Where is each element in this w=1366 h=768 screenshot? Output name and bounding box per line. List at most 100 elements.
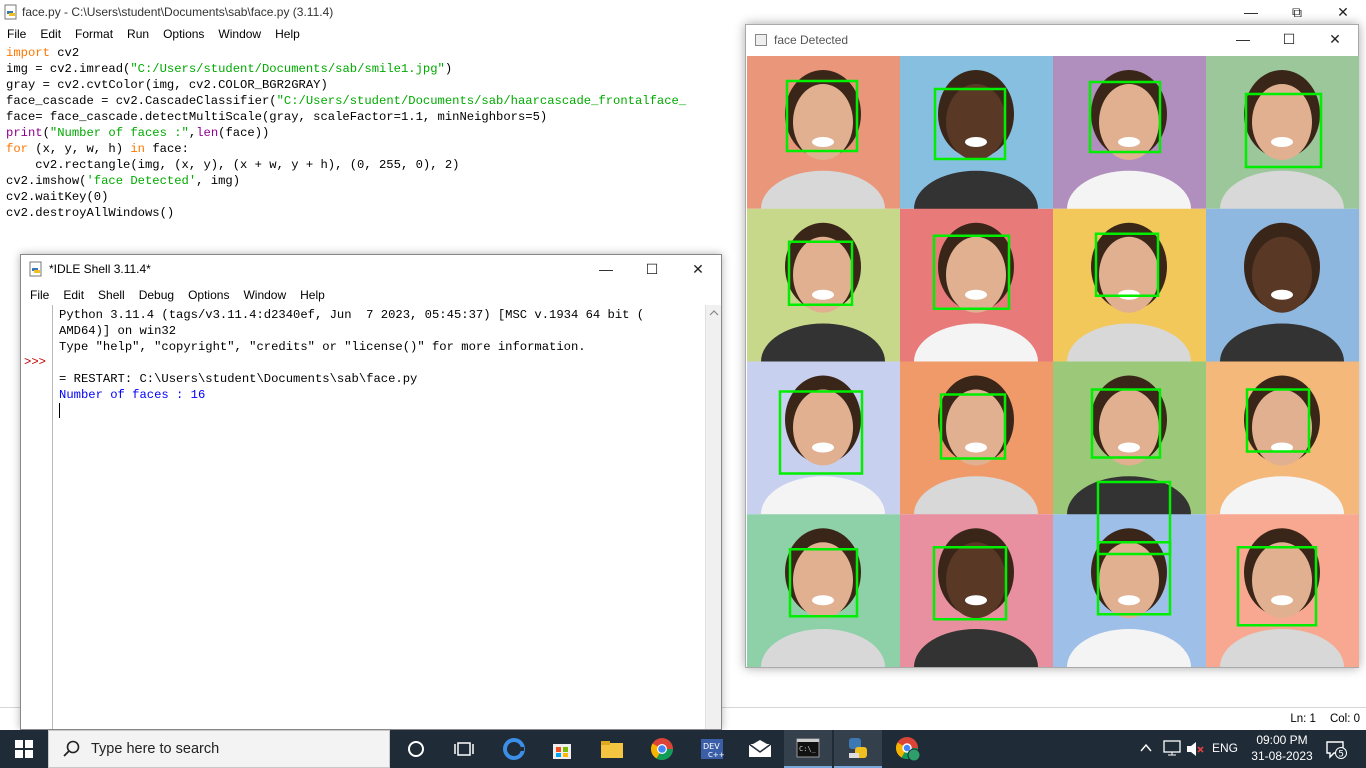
- clock-time: 09:00 PM: [1256, 733, 1308, 747]
- edge-icon: [503, 738, 525, 760]
- python-file-icon: [4, 4, 17, 20]
- language-indicator[interactable]: ENG: [1212, 741, 1238, 755]
- status-col: Col: 0: [1329, 713, 1360, 725]
- shell-menu-edit[interactable]: Edit: [56, 288, 91, 302]
- code-token: (face)): [218, 126, 270, 140]
- start-button[interactable]: [0, 730, 48, 768]
- shell-menu-shell[interactable]: Shell: [91, 288, 132, 302]
- status-bar: Ln: 1 Col: 0: [1100, 710, 1366, 728]
- code-token: "C:/Users/student/Documents/sab/haarcasc…: [276, 94, 687, 108]
- network-icon[interactable]: [1163, 740, 1181, 756]
- file-explorer-app[interactable]: [588, 730, 636, 768]
- minimize-icon[interactable]: —: [1228, 0, 1274, 24]
- task-view-button[interactable]: [392, 730, 440, 768]
- editor-menu-format[interactable]: Format: [68, 27, 120, 41]
- status-line: Ln: 1: [1290, 713, 1316, 725]
- cmd-app[interactable]: C:\_: [784, 730, 832, 768]
- code-line[interactable]: import cv2: [6, 45, 746, 61]
- code-token: ): [444, 62, 453, 76]
- taskbar-search[interactable]: Type here to search: [48, 730, 390, 768]
- terminal-icon: C:\_: [796, 738, 820, 758]
- face-tile: [1053, 514, 1206, 667]
- chrome-app[interactable]: [638, 730, 686, 768]
- face-tile: [900, 514, 1053, 667]
- shell-menu-window[interactable]: Window: [236, 288, 293, 302]
- mail-app[interactable]: [736, 730, 784, 768]
- editor-menu-help[interactable]: Help: [268, 27, 307, 41]
- cortana-icon: [408, 741, 424, 757]
- code-line[interactable]: cv2.rectangle(img, (x, y), (x + w, y + h…: [6, 157, 746, 173]
- editor-menu-options[interactable]: Options: [156, 27, 211, 41]
- code-line[interactable]: face_cascade = cv2.CascadeClassifier("C:…: [6, 93, 746, 109]
- minimize-icon[interactable]: —: [583, 255, 629, 283]
- code-token: in: [130, 142, 145, 156]
- code-token: (: [42, 126, 50, 140]
- code-token: img = cv2.imread(: [6, 62, 131, 76]
- editor-menu-file[interactable]: File: [0, 27, 33, 41]
- task-view-icon-button[interactable]: [440, 730, 488, 768]
- code-line[interactable]: gray = cv2.cvtColor(img, cv2.COLOR_BGR2G…: [6, 77, 746, 93]
- shell-line: = RESTART: C:\Users\student\Documents\sa…: [59, 372, 418, 386]
- editor-menu-window[interactable]: Window: [211, 27, 268, 41]
- code-token: cv2.waitKey(0): [6, 190, 109, 204]
- windows-logo-icon: [15, 740, 33, 758]
- close-icon[interactable]: ✕: [1320, 0, 1366, 24]
- close-icon[interactable]: ✕: [1312, 27, 1358, 51]
- code-token: , img): [196, 174, 241, 188]
- shell-title-bar: *IDLE Shell 3.11.4* — ☐ ✕: [21, 255, 721, 283]
- face-detected-window: face Detected — ☐ ✕: [745, 24, 1359, 668]
- taskbar-clock[interactable]: 09:00 PM 31-08-2023: [1244, 732, 1320, 764]
- volume-muted-icon[interactable]: [1186, 741, 1204, 757]
- shell-menu-debug[interactable]: Debug: [132, 288, 181, 302]
- chrome-profile-app[interactable]: [884, 730, 932, 768]
- shell-menu-file[interactable]: File: [23, 288, 56, 302]
- shell-line: Number of faces : 16: [59, 388, 206, 402]
- code-token: cv2.rectangle(img, (x, y), (x + w, y + h…: [6, 158, 460, 172]
- code-token: gray = cv2.cvtColor(img, cv2.COLOR_BGR2G…: [6, 78, 328, 92]
- maximize-icon[interactable]: ☐: [629, 255, 675, 283]
- edge-app[interactable]: [490, 730, 538, 768]
- close-icon[interactable]: ✕: [675, 255, 721, 283]
- shell-line: Python 3.11.4 (tags/v3.11.4:d2340ef, Jun…: [59, 308, 645, 322]
- shell-menu-help[interactable]: Help: [293, 288, 332, 302]
- code-line[interactable]: cv2.destroyAllWindows(): [6, 205, 746, 221]
- notification-center-button[interactable]: 5: [1318, 730, 1354, 768]
- editor-menu-edit[interactable]: Edit: [33, 27, 68, 41]
- restore-icon[interactable]: ⧉: [1274, 0, 1320, 24]
- python-idle-app[interactable]: [834, 730, 882, 768]
- code-line[interactable]: img = cv2.imread("C:/Users/student/Docum…: [6, 61, 746, 77]
- notification-count: 5: [1338, 750, 1344, 760]
- editor-menu-run[interactable]: Run: [120, 27, 156, 41]
- devcpp-app[interactable]: DEV C++: [688, 730, 736, 768]
- code-area[interactable]: import cv2 img = cv2.imread("C:/Users/stu…: [6, 45, 746, 255]
- dev-cpp-icon: DEVC++: [701, 739, 724, 759]
- svg-text:DEV: DEV: [703, 742, 720, 751]
- maximize-icon[interactable]: ☐: [1266, 27, 1312, 51]
- folder-icon: [601, 741, 623, 758]
- chrome-profile-icon: [896, 737, 921, 762]
- code-line[interactable]: cv2.imshow('face Detected', img): [6, 173, 746, 189]
- shell-output[interactable]: Python 3.11.4 (tags/v3.11.4:d2340ef, Jun…: [59, 307, 699, 403]
- code-line[interactable]: cv2.waitKey(0): [6, 189, 746, 205]
- minimize-icon[interactable]: —: [1220, 27, 1266, 51]
- code-line[interactable]: face= face_cascade.detectMultiScale(gray…: [6, 109, 746, 125]
- store-app[interactable]: [538, 730, 586, 768]
- code-token: print: [6, 126, 43, 140]
- task-view-icon: [454, 742, 474, 756]
- code-line[interactable]: print("Number of faces :",len(face)): [6, 125, 746, 141]
- text-cursor: [59, 403, 60, 418]
- python-icon: [849, 738, 867, 758]
- face-window-controls: — ☐ ✕: [1220, 27, 1358, 51]
- mail-icon: [748, 740, 772, 757]
- svg-text:C:\_: C:\_: [799, 745, 817, 753]
- chevron-up-icon[interactable]: [1140, 743, 1152, 753]
- scroll-up-icon[interactable]: [709, 309, 719, 317]
- code-line[interactable]: for (x, y, w, h) in face:: [6, 141, 746, 157]
- face-tile: [1206, 514, 1359, 667]
- shell-menu-options[interactable]: Options: [181, 288, 236, 302]
- shell-line: AMD64)] on win32: [59, 324, 177, 338]
- chrome-icon: [651, 738, 673, 760]
- code-token: "C:/Users/student/Documents/sab/smile1.j…: [130, 62, 445, 76]
- shell-scrollbar[interactable]: [705, 305, 721, 729]
